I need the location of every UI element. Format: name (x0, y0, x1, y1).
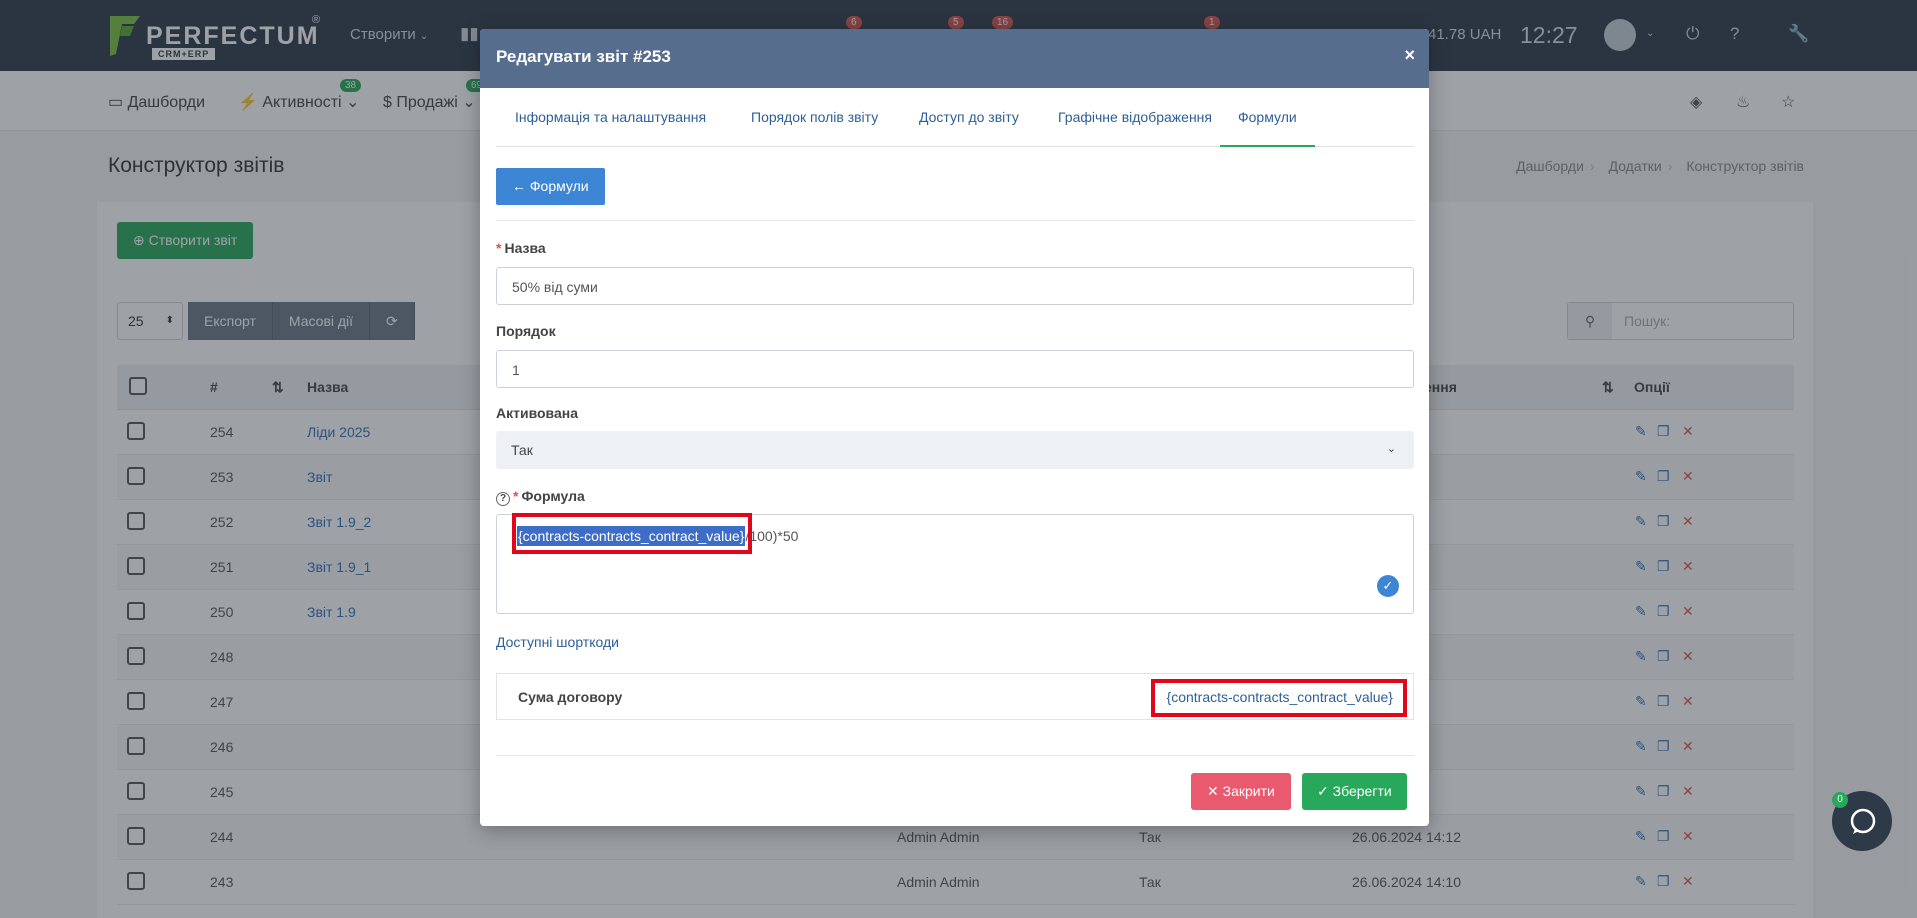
modal-header: Редагувати звіт #253 × (480, 29, 1429, 88)
save-button-label: Зберегти (1332, 783, 1392, 799)
tab-formulas[interactable]: Формули (1220, 88, 1315, 147)
tab-field-order[interactable]: Порядок полів звіту (733, 88, 896, 147)
highlight-box (1151, 679, 1407, 717)
formula-rest-text: /100)*50 (745, 528, 799, 544)
modal-tabs: Інформація та налаштування Порядок полів… (496, 88, 1414, 147)
close-x-icon: ✕ (1207, 783, 1219, 799)
active-label: Активована (496, 405, 579, 421)
edit-report-modal: Редагувати звіт #253 × Інформація та нал… (480, 29, 1429, 826)
tab-info-settings[interactable]: Інформація та налаштування (497, 88, 724, 147)
formula-label-text: Формула (521, 488, 585, 504)
active-select-value: Так (511, 442, 533, 458)
tab-access[interactable]: Доступ до звіту (901, 88, 1037, 147)
divider (496, 220, 1414, 221)
name-field[interactable]: 50% від суми (496, 267, 1414, 305)
chevron-down-icon: ⌄ (1386, 443, 1396, 455)
close-button-label: Закрити (1222, 783, 1275, 799)
check-icon: ✓ (1317, 783, 1329, 799)
back-to-formulas-button[interactable]: ← Формули (496, 168, 605, 205)
highlight-box (512, 513, 752, 554)
back-to-formulas-label: Формули (529, 178, 589, 194)
formula-label: ? * Формула (496, 488, 585, 506)
order-label: Порядок (496, 323, 556, 339)
divider (496, 755, 1414, 756)
tab-graphics[interactable]: Графічне відображення (1040, 88, 1230, 147)
chat-badge: 0 (1832, 792, 1848, 808)
arrow-left-icon: ← (512, 178, 526, 194)
order-field[interactable]: 1 (496, 350, 1414, 388)
shortcut-name: Сума договору (518, 689, 623, 705)
close-icon[interactable]: × (1404, 45, 1415, 66)
name-label: * Назва (496, 240, 546, 256)
close-button[interactable]: ✕ Закрити (1191, 773, 1291, 810)
help-icon[interactable]: ? (496, 492, 510, 506)
name-label-text: Назва (504, 240, 546, 256)
spellcheck-icon[interactable]: ✓ (1377, 575, 1399, 597)
active-select[interactable]: Так ⌄ (496, 431, 1414, 469)
save-button[interactable]: ✓ Зберегти (1302, 773, 1407, 810)
modal-title: Редагувати звіт #253 (496, 47, 671, 66)
shortcuts-link[interactable]: Доступні шорткоди (496, 634, 619, 650)
